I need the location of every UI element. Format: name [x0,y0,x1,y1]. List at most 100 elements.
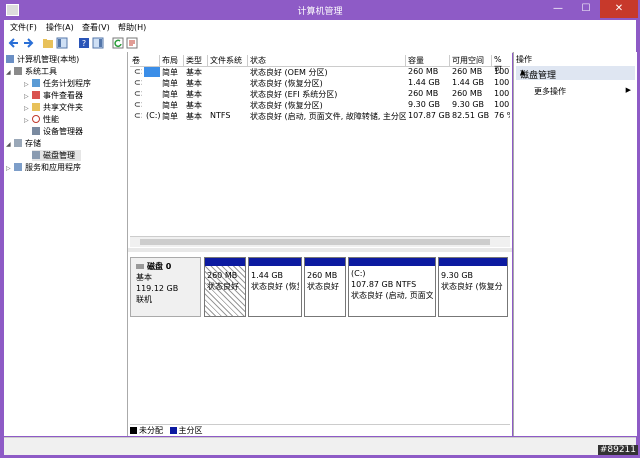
volume-row[interactable]: ⊂⊃ 简单 基本 状态良好 (恢复分区) 9.30 GB 9.30 GB 100 [130,100,510,111]
refresh-icon[interactable] [112,37,124,49]
partition-block[interactable]: 260 MB 状态良好 [204,257,246,317]
volume-free-space: 260 MB [452,67,483,76]
column-header-percent-free[interactable]: % 可 [492,55,510,74]
expand-icon[interactable]: ▷ [24,105,32,112]
volume-type: 基本 [186,101,202,110]
tree-item-label: 系统工具 [25,67,57,76]
tree-item-task-scheduler[interactable]: ▷ 任务计划程序 [24,78,91,89]
volume-status: 状态良好 (恢复分区) [250,101,323,110]
partition-block[interactable]: 9.30 GB 状态良好 (恢复分 [438,257,508,317]
partition-status: 状态良好 (恢复 [251,282,299,291]
collapse-icon[interactable]: ◢ [6,141,14,148]
expand-icon[interactable]: ▷ [24,93,32,100]
tree-item-device-manager[interactable]: 设备管理器 [32,126,83,137]
volume-type: 基本 [186,79,202,88]
volume-status: 状态良好 (启动, 页面文件, 故障转储, 主分区) [250,112,406,121]
volume-row[interactable]: ⊂⊃ 简单 基本 状态良好 (EFI 系统分区) 260 MB 260 MB 1… [130,89,510,100]
partition-block[interactable]: 1.44 GB 状态良好 (恢复 [248,257,302,317]
menu-bar: 文件(F) 操作(A) 查看(V) 帮助(H) [4,20,636,34]
horizontal-scrollbar[interactable] [130,236,510,247]
volume-row[interactable]: ⊂⊃ 简单 基本 状态良好 (OEM 分区) 260 MB 260 MB 100 [130,67,510,78]
legend-unallocated: 未分配 [139,426,163,435]
volume-free-space: 1.44 GB [452,78,485,87]
actions-pane: 操作 磁盘管理 ▲ 更多操作 ▶ [513,52,637,436]
volume-layout: 简单 [162,101,178,110]
tree-item-root[interactable]: 计算机管理(本地) [6,54,79,65]
volume-free-space: 9.30 GB [452,100,485,109]
column-header-type[interactable]: 类型 [184,55,208,66]
column-header-volume[interactable]: 卷 [130,55,160,66]
disk-icon [136,264,144,269]
tree-item-storage[interactable]: ◢ 存储 [6,138,41,149]
actions-group-disk-management[interactable]: 磁盘管理 ▲ [516,66,635,81]
minimize-button[interactable]: — [544,0,572,18]
pane-splitter[interactable] [128,248,512,252]
partition-info: 260 MB 状态良好 [207,270,243,314]
column-header-layout[interactable]: 布局 [160,55,184,66]
tree-item-shared-folders[interactable]: ▷ 共享文件夹 [24,102,83,113]
close-button[interactable]: ✕ [600,0,638,18]
drive-icon: ⊂⊃ [134,78,142,87]
column-header-filesystem[interactable]: 文件系统 [208,55,248,66]
forward-arrow-icon[interactable] [22,37,34,49]
toolbar: ? [4,34,636,53]
collapse-up-icon[interactable]: ▲ [520,68,631,76]
tree-item-disk-management[interactable]: 磁盘管理 [32,150,81,161]
volume-status: 状态良好 (恢复分区) [250,79,323,88]
tree-item-performance[interactable]: ▷ 性能 [24,114,59,125]
volume-capacity: 107.87 GB [408,111,450,120]
tree-item-services[interactable]: ▷ 服务和应用程序 [6,162,81,173]
volume-row[interactable]: ⊂⊃ (C:) 简单 基本 NTFS 状态良好 (启动, 页面文件, 故障转储,… [130,111,510,122]
menu-view[interactable]: 查看(V) [82,22,110,33]
partition-header [249,258,301,266]
tree-item-label: 性能 [43,115,59,124]
column-header-capacity[interactable]: 容量 [406,55,450,66]
partition-block[interactable]: (C:) 107.87 GB NTFS 状态良好 (启动, 页面文 [348,257,436,317]
more-actions[interactable]: 更多操作 [534,86,566,97]
disk-info[interactable]: 磁盘 0 基本 119.12 GB 联机 [130,257,201,317]
chevron-right-icon[interactable]: ▶ [626,86,631,94]
scrollbar-thumb[interactable] [140,239,490,245]
partition-block[interactable]: 260 MB 状态良好 [304,257,346,317]
show-tree-icon[interactable] [56,37,68,49]
collapse-icon[interactable]: ◢ [6,69,14,76]
clock-icon [32,79,40,87]
disk-management-pane: 卷 布局 类型 文件系统 状态 容量 可用空间 % 可 ⊂⊃ 简单 基本 状态良… [128,52,512,436]
partition-size: 260 MB [207,271,238,280]
legend: 未分配 主分区 [130,424,510,437]
disk-icon [32,151,40,159]
menu-file[interactable]: 文件(F) [10,22,37,33]
volume-selection [144,67,160,77]
menu-help[interactable]: 帮助(H) [118,22,146,33]
window: 计算机管理 — ☐ ✕ 文件(F) 操作(A) 查看(V) 帮助(H) ? 计算… [0,0,640,458]
volume-row[interactable]: ⊂⊃ 简单 基本 状态良好 (恢复分区) 1.44 GB 1.44 GB 100 [130,78,510,89]
volume-free-space: 82.51 GB [452,111,490,120]
drive-icon: ⊂⊃ [134,111,142,120]
help-icon[interactable]: ? [78,37,90,49]
back-arrow-icon[interactable] [8,37,20,49]
menu-action[interactable]: 操作(A) [46,22,74,33]
expand-icon[interactable]: ▷ [6,165,14,172]
expand-icon[interactable]: ▷ [24,81,32,88]
tree-item-system-tools[interactable]: ◢ 系统工具 [6,66,57,77]
volume-type: 基本 [186,112,202,121]
volume-name: (C:) [146,111,160,120]
properties-icon[interactable] [126,37,138,49]
partition-header [349,258,435,266]
title-bar: 计算机管理 — ☐ ✕ [0,0,640,20]
event-log-icon [32,91,40,99]
maximize-button[interactable]: ☐ [572,0,600,18]
tree-item-label: 事件查看器 [43,91,83,100]
drive-icon: ⊂⊃ [134,100,142,109]
expand-icon[interactable]: ▷ [24,117,32,124]
partition-status: 状态良好 [307,282,339,291]
watermark: #89211 [597,445,638,455]
show-actions-icon[interactable] [92,37,104,49]
svg-text:?: ? [82,39,86,48]
column-header-free-space[interactable]: 可用空间 [450,55,492,66]
up-folder-icon[interactable] [42,37,54,49]
device-manager-icon [32,127,40,135]
volume-list-header: 卷 布局 类型 文件系统 状态 容量 可用空间 % 可 [130,54,510,74]
column-header-status[interactable]: 状态 [248,55,406,66]
tree-item-event-viewer[interactable]: ▷ 事件查看器 [24,90,83,101]
